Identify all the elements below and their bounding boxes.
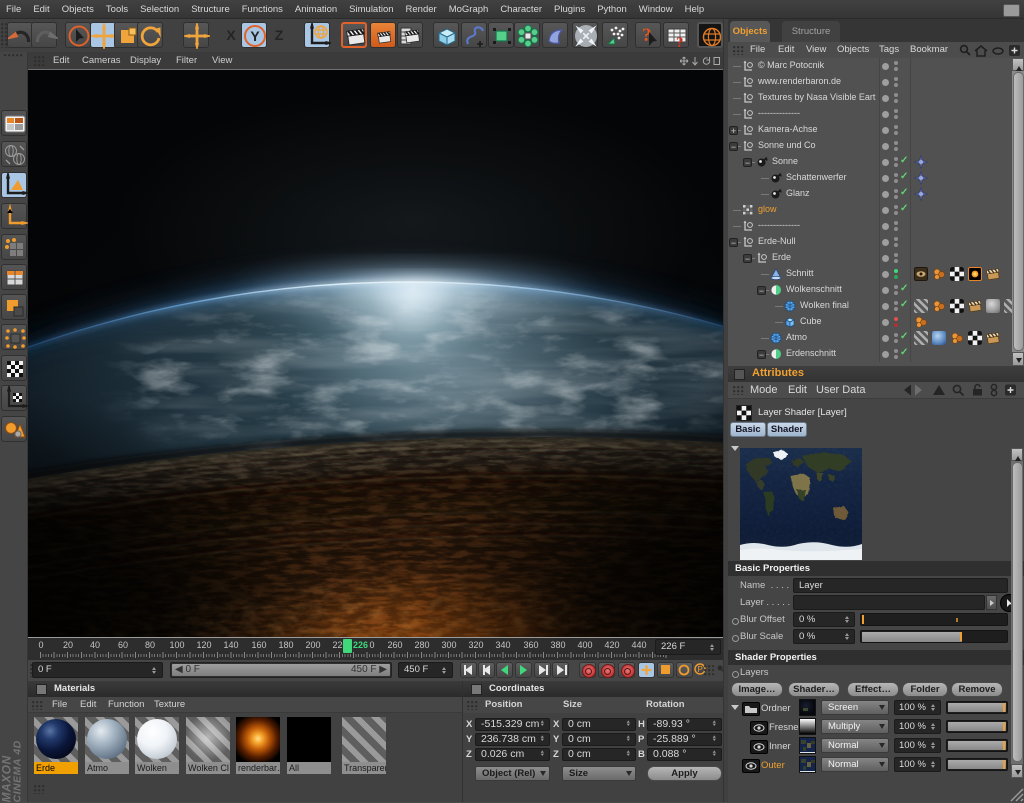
svg-text:?: ?	[676, 35, 684, 49]
svg-text:Y: Y	[250, 28, 260, 44]
svg-text:Z: Z	[275, 27, 284, 43]
svg-text:P: P	[698, 665, 703, 674]
svg-text:X: X	[226, 27, 236, 43]
